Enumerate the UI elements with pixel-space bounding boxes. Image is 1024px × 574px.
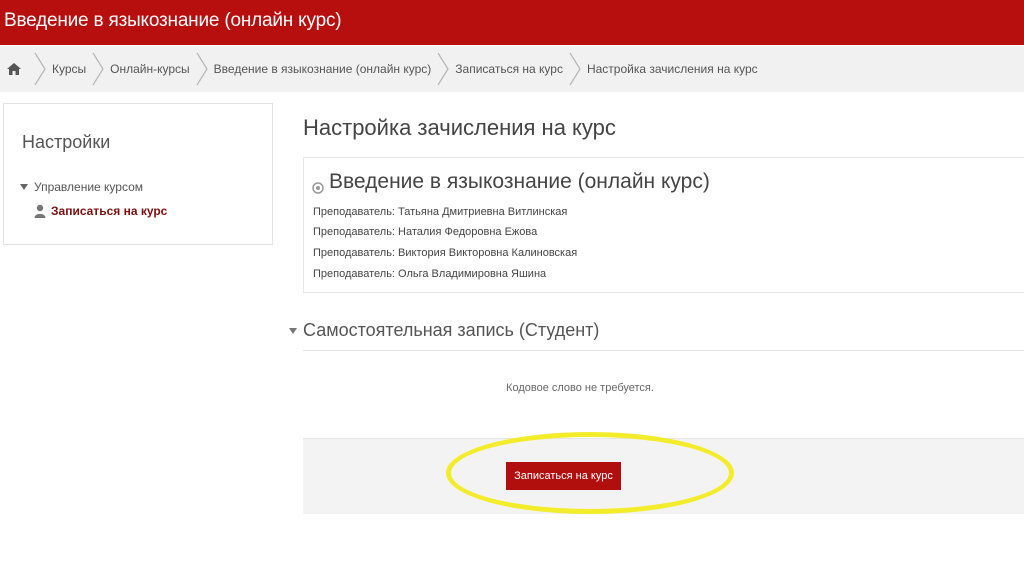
- breadcrumb-separator: [32, 46, 48, 92]
- teacher-line: Преподаватель: Ольга Владимировна Яшина: [313, 268, 547, 280]
- sidebar-item-label: Записаться на курс: [51, 204, 168, 218]
- section-divider: [303, 350, 1024, 351]
- sidebar-item-enrol[interactable]: Записаться на курс: [34, 204, 167, 218]
- breadcrumb-separator: [90, 46, 106, 92]
- form-action-bar: [303, 438, 1024, 514]
- course-name: Введение в языкознание (онлайн курс): [329, 170, 710, 193]
- breadcrumb-course[interactable]: Введение в языкознание (онлайн курс): [214, 62, 432, 76]
- page-title: Настройка зачисления на курс: [303, 115, 616, 140]
- breadcrumb-separator: [194, 46, 210, 92]
- collapse-triangle-icon: [289, 327, 297, 334]
- course-name-row[interactable]: Введение в языкознание (онлайн курс): [312, 170, 710, 194]
- breadcrumb-enrol[interactable]: Записаться на курс: [455, 62, 563, 76]
- course-icon: [312, 176, 324, 194]
- course-administration-node[interactable]: Управление курсом: [20, 180, 143, 194]
- user-icon: [34, 204, 46, 218]
- breadcrumb-online-courses[interactable]: Онлайн-курсы: [110, 62, 190, 76]
- self-enrol-section-header[interactable]: Самостоятельная запись (Студент): [289, 320, 599, 341]
- collapse-triangle-icon: [20, 184, 28, 190]
- course-administration-label: Управление курсом: [34, 180, 144, 194]
- home-icon[interactable]: [0, 46, 28, 92]
- breadcrumb: Курсы Онлайн-курсы Введение в языкознани…: [0, 46, 1024, 92]
- breadcrumb-separator: [435, 46, 451, 92]
- enrol-me-button[interactable]: Записаться на курс: [506, 462, 621, 490]
- header-bar: Введение в языкознание (онлайн курс): [0, 0, 1024, 45]
- teacher-line: Преподаватель: Наталия Федоровна Ежова: [313, 226, 538, 238]
- teacher-line: Преподаватель: Татьяна Дмитриевна Витлин…: [313, 206, 568, 218]
- teacher-line: Преподаватель: Виктория Викторовна Калин…: [313, 247, 578, 259]
- settings-block: Настройки Управление курсом Записаться н…: [3, 103, 273, 245]
- section-title: Самостоятельная запись (Студент): [303, 320, 600, 340]
- course-info-box: Введение в языкознание (онлайн курс) Пре…: [303, 157, 1024, 293]
- breadcrumb-separator: [567, 46, 583, 92]
- no-enrolment-key-text: Кодовое слово не требуется.: [506, 382, 654, 394]
- breadcrumb-courses[interactable]: Курсы: [52, 62, 86, 76]
- breadcrumb-current: Настройка зачисления на курс: [586, 62, 758, 76]
- site-title[interactable]: Введение в языкознание (онлайн курс): [4, 10, 342, 32]
- settings-block-title: Настройки: [22, 132, 111, 152]
